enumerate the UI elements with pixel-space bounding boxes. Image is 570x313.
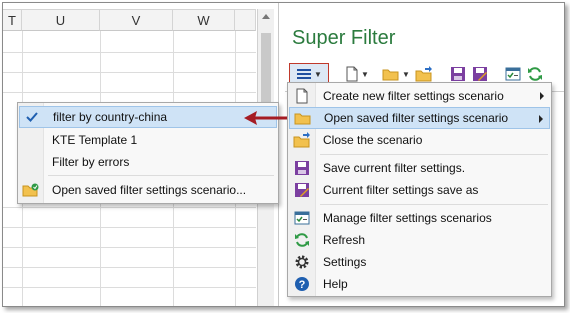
menu-item-label: Refresh [323, 233, 366, 247]
grid-line [3, 207, 256, 208]
menu-item-label: Help [323, 277, 348, 291]
menu-item-help[interactable]: ? Help [289, 273, 550, 295]
grid-line [3, 227, 256, 228]
new-document-icon [296, 88, 308, 104]
menu-item-open-saved-scenario[interactable]: Open saved filter settings scenario [289, 107, 550, 129]
column-header-v[interactable]: V [100, 9, 173, 31]
menu-item-settings[interactable]: Settings [289, 251, 550, 273]
submenu-item-label: Filter by errors [52, 155, 130, 169]
manage-icon [505, 67, 521, 81]
menu-item-save-as[interactable]: Current filter settings save as [289, 179, 550, 201]
grid-line [3, 247, 256, 248]
submenu-item-label: filter by country-china [53, 110, 168, 124]
saved-scenarios-submenu: filter by country-china KTE Template 1 F… [17, 102, 279, 204]
grid-line [3, 267, 256, 268]
column-header-w[interactable]: W [173, 9, 235, 31]
save-icon [451, 67, 465, 81]
submenu-item-label: Open saved filter settings scenario... [52, 183, 247, 197]
grid-line [3, 72, 256, 73]
annotation-arrow-icon [244, 111, 287, 125]
submenu-arrow-icon [539, 115, 543, 123]
grid-line [3, 92, 256, 93]
open-folder-icon [22, 183, 39, 197]
menu-separator [320, 154, 548, 155]
new-document-icon [346, 66, 358, 82]
submenu-item-filter-by-errors[interactable]: Filter by errors [19, 151, 277, 173]
menu-separator [320, 204, 548, 205]
scroll-up-icon[interactable] [262, 14, 270, 19]
help-icon: ? [295, 277, 309, 291]
menu-item-label: Manage filter settings scenarios [323, 211, 492, 225]
column-header-u[interactable]: U [22, 9, 100, 31]
menu-item-create-new-scenario[interactable]: Create new filter settings scenario [289, 85, 550, 107]
caret-down-icon: ▼ [314, 69, 322, 79]
submenu-separator [48, 175, 274, 176]
menu-item-label: Save current filter settings. [323, 161, 466, 175]
column-header-next[interactable] [235, 9, 256, 31]
submenu-item-open-saved-scenario-dialog[interactable]: Open saved filter settings scenario... [19, 179, 277, 201]
save-icon [295, 161, 309, 175]
menu-item-label: Close the scenario [323, 133, 423, 147]
menu-item-label: Create new filter settings scenario [323, 89, 504, 103]
scenario-dropdown-menu: Create new filter settings scenario Open… [287, 82, 552, 297]
menu-item-manage-scenarios[interactable]: Manage filter settings scenarios [289, 207, 550, 229]
menu-item-label: Current filter settings save as [323, 183, 479, 197]
menu-item-label: Open saved filter settings scenario [324, 111, 509, 125]
pane-title: Super Filter [292, 27, 396, 49]
manage-icon [294, 211, 310, 225]
checkmark-icon [26, 112, 38, 122]
grid-line [3, 287, 256, 288]
submenu-item-label: KTE Template 1 [52, 133, 138, 147]
save-as-icon [295, 183, 309, 197]
save-as-icon [473, 67, 487, 81]
column-header-t[interactable]: T [3, 9, 22, 31]
caret-down-icon: ▼ [361, 69, 369, 79]
gear-icon [295, 255, 309, 269]
submenu-item-filter-by-country-china[interactable]: filter by country-china [19, 106, 277, 128]
menu-item-close-scenario[interactable]: Close the scenario [289, 129, 550, 151]
close-folder-icon [415, 66, 432, 82]
close-folder-icon [293, 132, 310, 148]
grid-line [3, 52, 256, 53]
refresh-icon [528, 67, 542, 81]
menu-item-save-current[interactable]: Save current filter settings. [289, 157, 550, 179]
submenu-item-kte-template-1[interactable]: KTE Template 1 [19, 129, 277, 151]
open-folder-icon [382, 69, 399, 81]
svg-text:?: ? [299, 279, 306, 291]
caret-down-icon: ▼ [402, 69, 410, 79]
refresh-icon [295, 233, 309, 247]
open-folder-icon [294, 113, 311, 125]
menu-lines-icon [297, 69, 312, 79]
menu-item-refresh[interactable]: Refresh [289, 229, 550, 251]
submenu-arrow-icon [540, 92, 544, 100]
menu-item-label: Settings [323, 255, 367, 269]
